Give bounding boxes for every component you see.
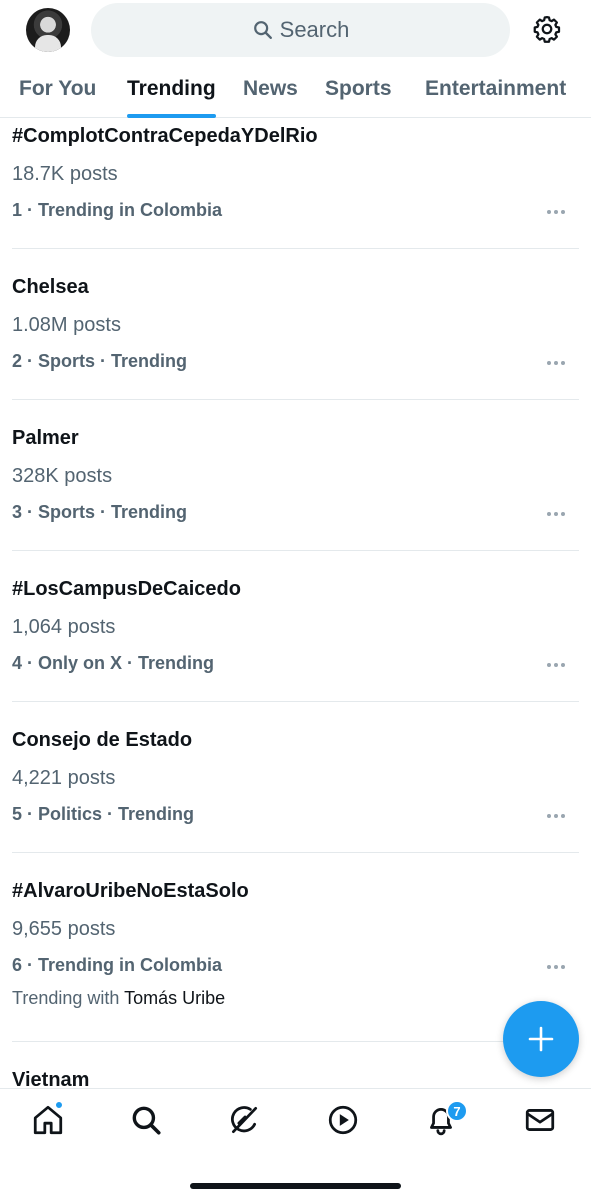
more-options-icon[interactable] (545, 805, 567, 821)
trend-meta: 5 · Politics · Trending (12, 804, 195, 824)
trend-title: #LosCampusDeCaicedo (12, 578, 241, 600)
active-tab-indicator (127, 114, 216, 118)
more-options-icon[interactable] (545, 352, 567, 368)
trend-title: #AlvaroUribeNoEstaSolo (12, 880, 249, 902)
grok-icon[interactable] (227, 1103, 261, 1137)
tab-label: Entertainment (425, 77, 567, 100)
trend-meta: 2 · Sports · Trending (12, 351, 188, 371)
more-options-icon[interactable] (545, 503, 567, 519)
trend-post-count: 9,655 posts (12, 918, 116, 940)
tab-bar: For You Trending News Sports Entertainme… (0, 60, 591, 118)
tab-news[interactable]: News (243, 60, 298, 118)
new-content-dot (55, 1101, 63, 1109)
search-input[interactable]: Search (91, 3, 510, 57)
trend-meta: 4 · Only on X · Trending (12, 653, 215, 673)
trend-title: Chelsea (12, 276, 89, 298)
trend-post-count: 4,221 posts (12, 767, 116, 789)
gear-icon[interactable] (532, 14, 562, 44)
trending-with-name[interactable]: Tomás Uribe (124, 988, 225, 1008)
trend-item[interactable]: #LosCampusDeCaicedo 1,064 posts 4 · Only… (12, 551, 579, 702)
tab-trending[interactable]: Trending (127, 60, 216, 118)
trend-meta: 1 · Trending in Colombia (12, 200, 223, 220)
trend-meta: 6 · Trending in Colombia (12, 955, 223, 975)
trend-title: Consejo de Estado (12, 729, 193, 751)
trending-with: Trending with Tomás Uribe (12, 988, 225, 1009)
play-icon[interactable] (326, 1103, 360, 1137)
trend-item[interactable]: Chelsea 1.08M posts 2 · Sports · Trendin… (12, 249, 579, 400)
tab-label: News (243, 77, 298, 100)
search-icon (253, 21, 272, 39)
more-options-icon[interactable] (545, 956, 567, 972)
top-bar: Search (0, 0, 591, 60)
trend-item[interactable]: #ComplotContraCepedaYDelRio 18.7K posts … (12, 119, 579, 249)
tab-label: Sports (325, 77, 392, 100)
trend-item[interactable]: Consejo de Estado 4,221 posts 5 · Politi… (12, 702, 579, 853)
tab-sports[interactable]: Sports (325, 60, 392, 118)
trend-meta: 3 · Sports · Trending (12, 502, 188, 522)
trend-post-count: 1.08M posts (12, 314, 121, 336)
compose-button[interactable] (503, 1001, 579, 1077)
more-options-icon[interactable] (545, 654, 567, 670)
notifications-badge: 7 (446, 1100, 468, 1122)
plus-icon (528, 1026, 554, 1052)
more-options-icon[interactable] (545, 201, 567, 217)
tab-label: For You (19, 77, 97, 100)
search-icon[interactable] (129, 1103, 163, 1137)
tab-for-you[interactable]: For You (19, 60, 96, 118)
tab-entertainment[interactable]: Entertainment (425, 60, 566, 118)
mail-icon[interactable] (523, 1103, 557, 1137)
home-indicator[interactable] (190, 1183, 401, 1189)
trend-item[interactable]: Palmer 328K posts 3 · Sports · Trending (12, 400, 579, 551)
trending-with-prefix: Trending with (12, 988, 120, 1008)
trend-post-count: 1,064 posts (12, 616, 116, 638)
trend-title: #ComplotContraCepedaYDelRio (12, 125, 318, 147)
tab-label: Trending (127, 77, 216, 100)
trend-post-count: 18.7K posts (12, 163, 118, 185)
trend-post-count: 328K posts (12, 465, 113, 487)
trend-title: Palmer (12, 427, 79, 449)
trend-item[interactable]: #AlvaroUribeNoEstaSolo 9,655 posts 6 · T… (12, 853, 579, 1042)
avatar[interactable] (26, 8, 70, 52)
search-placeholder: Search (279, 17, 350, 42)
